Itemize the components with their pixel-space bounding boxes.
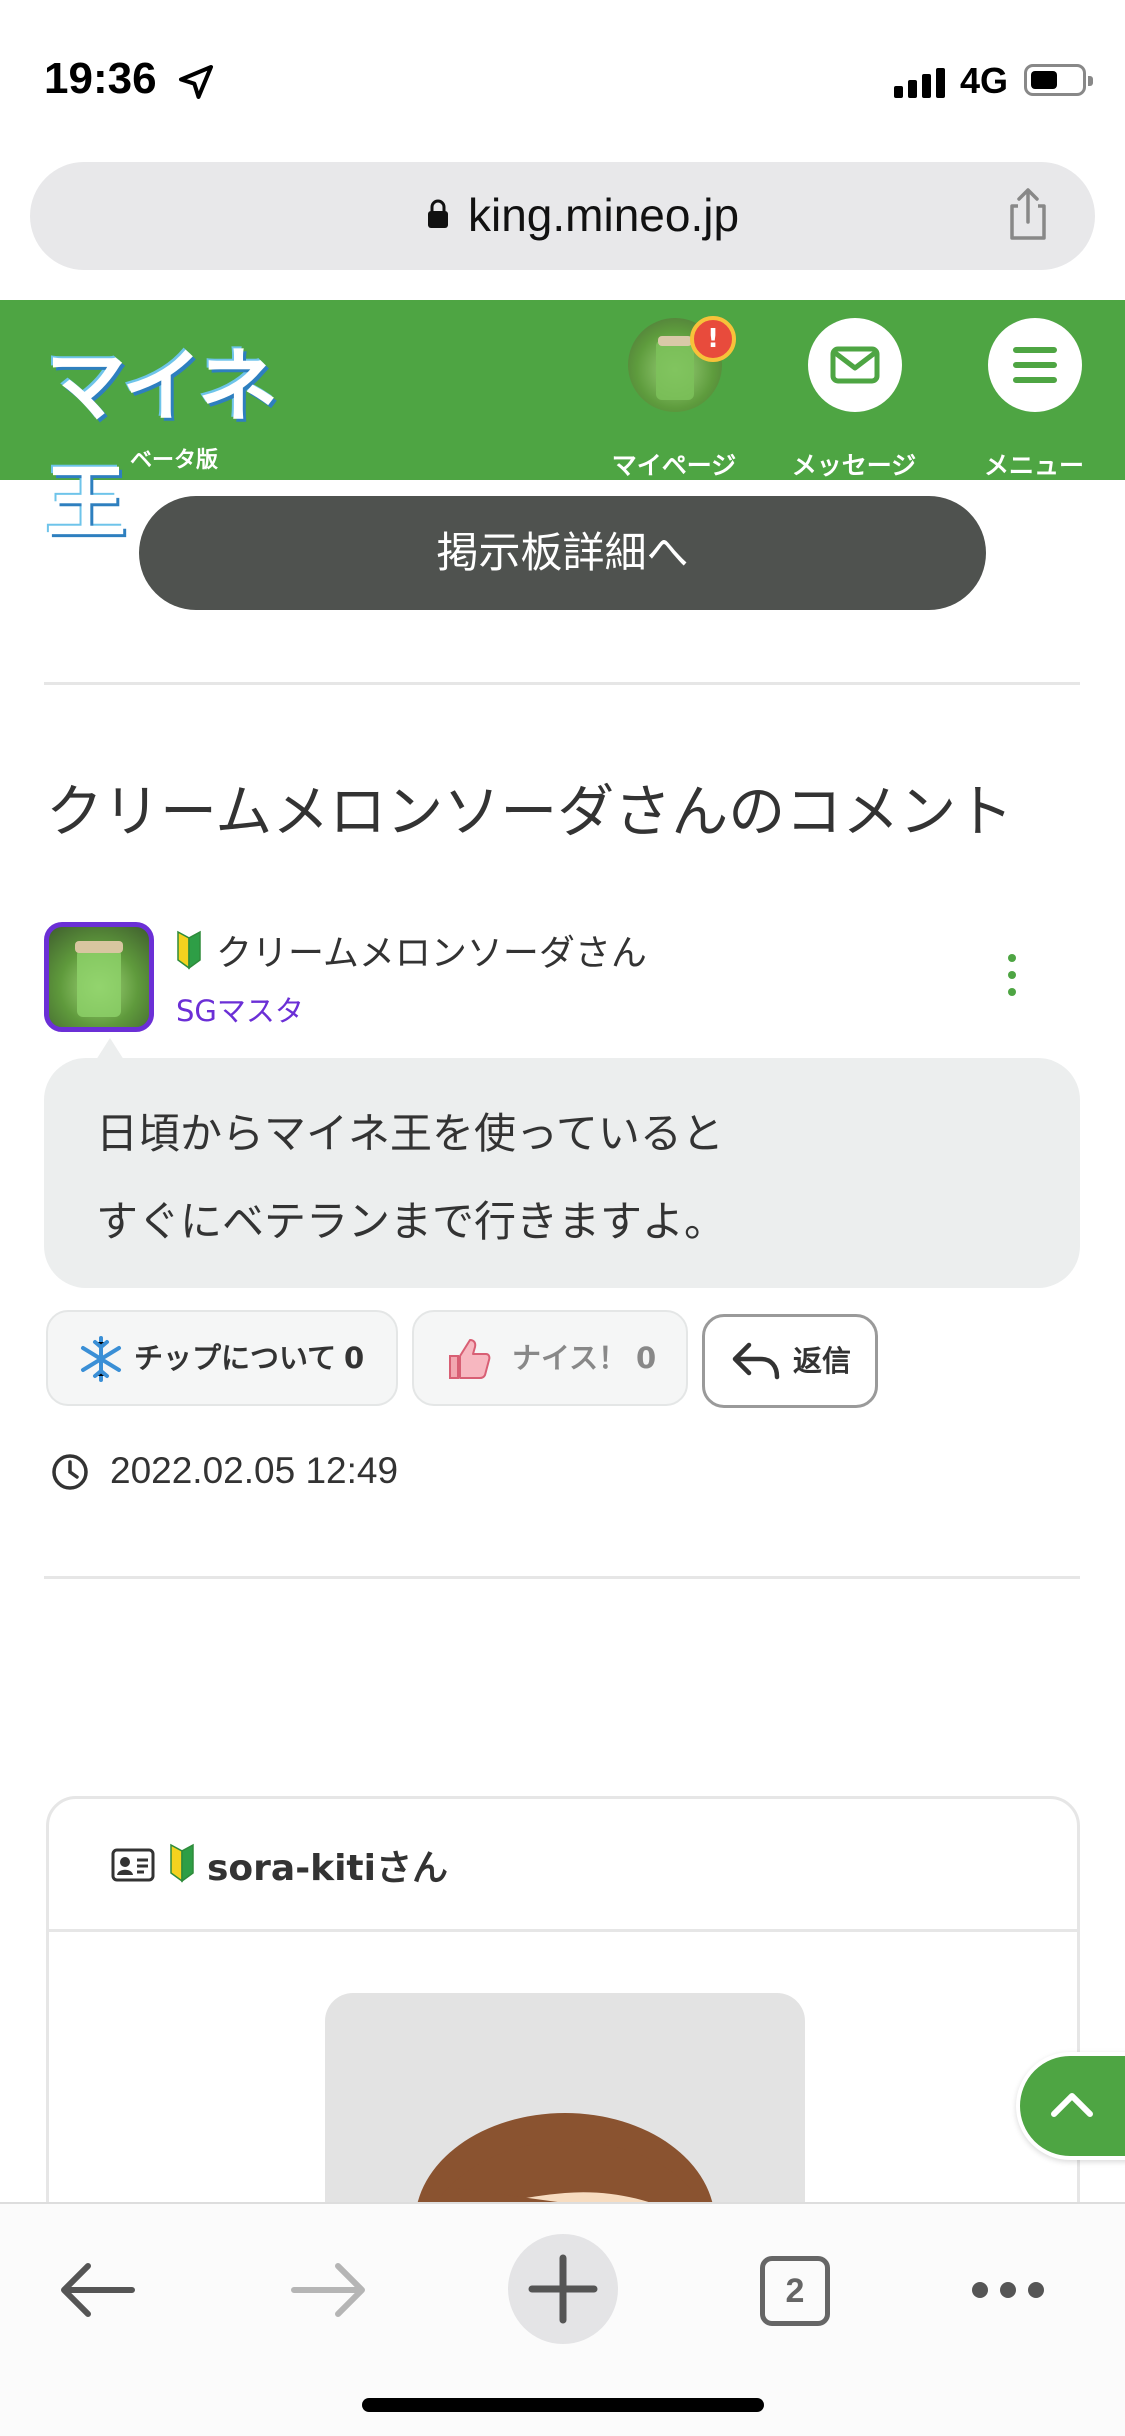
url-text: king.mineo.jp bbox=[468, 189, 740, 241]
comment-username[interactable]: クリームメロンソーダさん bbox=[216, 924, 647, 976]
signal-bars-icon bbox=[894, 66, 945, 98]
clock-icon bbox=[52, 1454, 88, 1490]
status-time: 19:36 bbox=[44, 54, 157, 103]
mail-icon bbox=[830, 346, 880, 384]
more-dots-icon[interactable] bbox=[958, 2240, 1058, 2340]
alert-badge: ! bbox=[690, 316, 736, 362]
nav-messages-label: メッセージ bbox=[791, 451, 917, 480]
forward-arrow-icon[interactable] bbox=[280, 2240, 380, 2340]
bubble-tail bbox=[96, 1038, 124, 1060]
section-title: クリームメロンソーダさんのコメント bbox=[46, 779, 1014, 845]
comment-timestamp: 2022.02.05 12:49 bbox=[110, 1450, 399, 1491]
nav-messages[interactable]: メッセージ bbox=[784, 318, 924, 480]
nav-menu[interactable]: メニュー bbox=[964, 318, 1104, 480]
site-header: マイネ王 ベータ版 マイページ ! メッセージ メニュー bbox=[0, 300, 1125, 549]
avatar-drink-image bbox=[75, 941, 123, 1017]
chevron-up-icon bbox=[1051, 2093, 1093, 2117]
board-details-button[interactable]: 掲示板詳細へ bbox=[139, 496, 986, 610]
site-logo[interactable]: マイネ王 ベータ版 bbox=[46, 322, 306, 549]
share-icon[interactable] bbox=[998, 184, 1058, 244]
url-bar[interactable]: king.mineo.jp bbox=[30, 162, 1095, 270]
home-indicator bbox=[362, 2398, 764, 2412]
battery-icon bbox=[1024, 64, 1093, 96]
reply-button[interactable]: 返信 bbox=[702, 1314, 878, 1408]
back-arrow-icon[interactable] bbox=[46, 2240, 146, 2340]
nav-menu-label: メニュー bbox=[983, 451, 1084, 480]
network-type: 4G bbox=[960, 60, 1009, 101]
profile-username[interactable]: sora-kitiさん bbox=[207, 1839, 448, 1891]
nice-button[interactable]: ナイス！ 0 bbox=[412, 1310, 688, 1406]
reply-arrow-icon bbox=[732, 1342, 780, 1380]
divider bbox=[44, 1576, 1080, 1579]
reply-label: 返信 bbox=[793, 1344, 852, 1378]
id-card-icon bbox=[111, 1848, 155, 1882]
hamburger-icon bbox=[1013, 347, 1057, 383]
status-bar: 19:36 4G bbox=[0, 0, 1125, 150]
comment-rank-badge: SGマスタ bbox=[176, 994, 304, 1028]
snowflake-icon bbox=[81, 1336, 121, 1382]
nice-label: ナイス！ bbox=[512, 1341, 628, 1375]
new-tab-button[interactable] bbox=[508, 2234, 618, 2344]
lock-icon bbox=[428, 199, 448, 228]
beginner-mark-icon bbox=[177, 930, 201, 970]
comment-text-line: 日頃からマイネ王を使っていると bbox=[96, 1109, 724, 1158]
logo-beta-label: ベータ版 bbox=[130, 448, 219, 473]
divider bbox=[44, 682, 1080, 685]
thumbs-up-icon bbox=[449, 1339, 491, 1379]
divider bbox=[49, 1929, 1077, 1932]
location-arrow-icon bbox=[179, 65, 213, 99]
nav-mypage-label: マイページ bbox=[611, 451, 737, 480]
tip-label: チップについて bbox=[134, 1341, 337, 1375]
tip-count: 0 bbox=[344, 1341, 365, 1375]
tip-button[interactable]: チップについて 0 bbox=[46, 1310, 398, 1406]
scroll-to-top-button[interactable] bbox=[1016, 2052, 1125, 2160]
comment-avatar[interactable] bbox=[44, 922, 154, 1032]
beginner-mark-icon bbox=[170, 1843, 194, 1883]
more-options-icon[interactable] bbox=[1000, 954, 1024, 1004]
tabs-icon[interactable]: 2 bbox=[760, 2256, 830, 2326]
comment-text-line: すぐにベテランまで行きますよ。 bbox=[96, 1197, 727, 1246]
comment-body: 日頃からマイネ王を使っていると すぐにベテランまで行きますよ。 bbox=[44, 1058, 1080, 1288]
nice-count: 0 bbox=[636, 1341, 657, 1375]
plus-icon bbox=[528, 2254, 598, 2324]
